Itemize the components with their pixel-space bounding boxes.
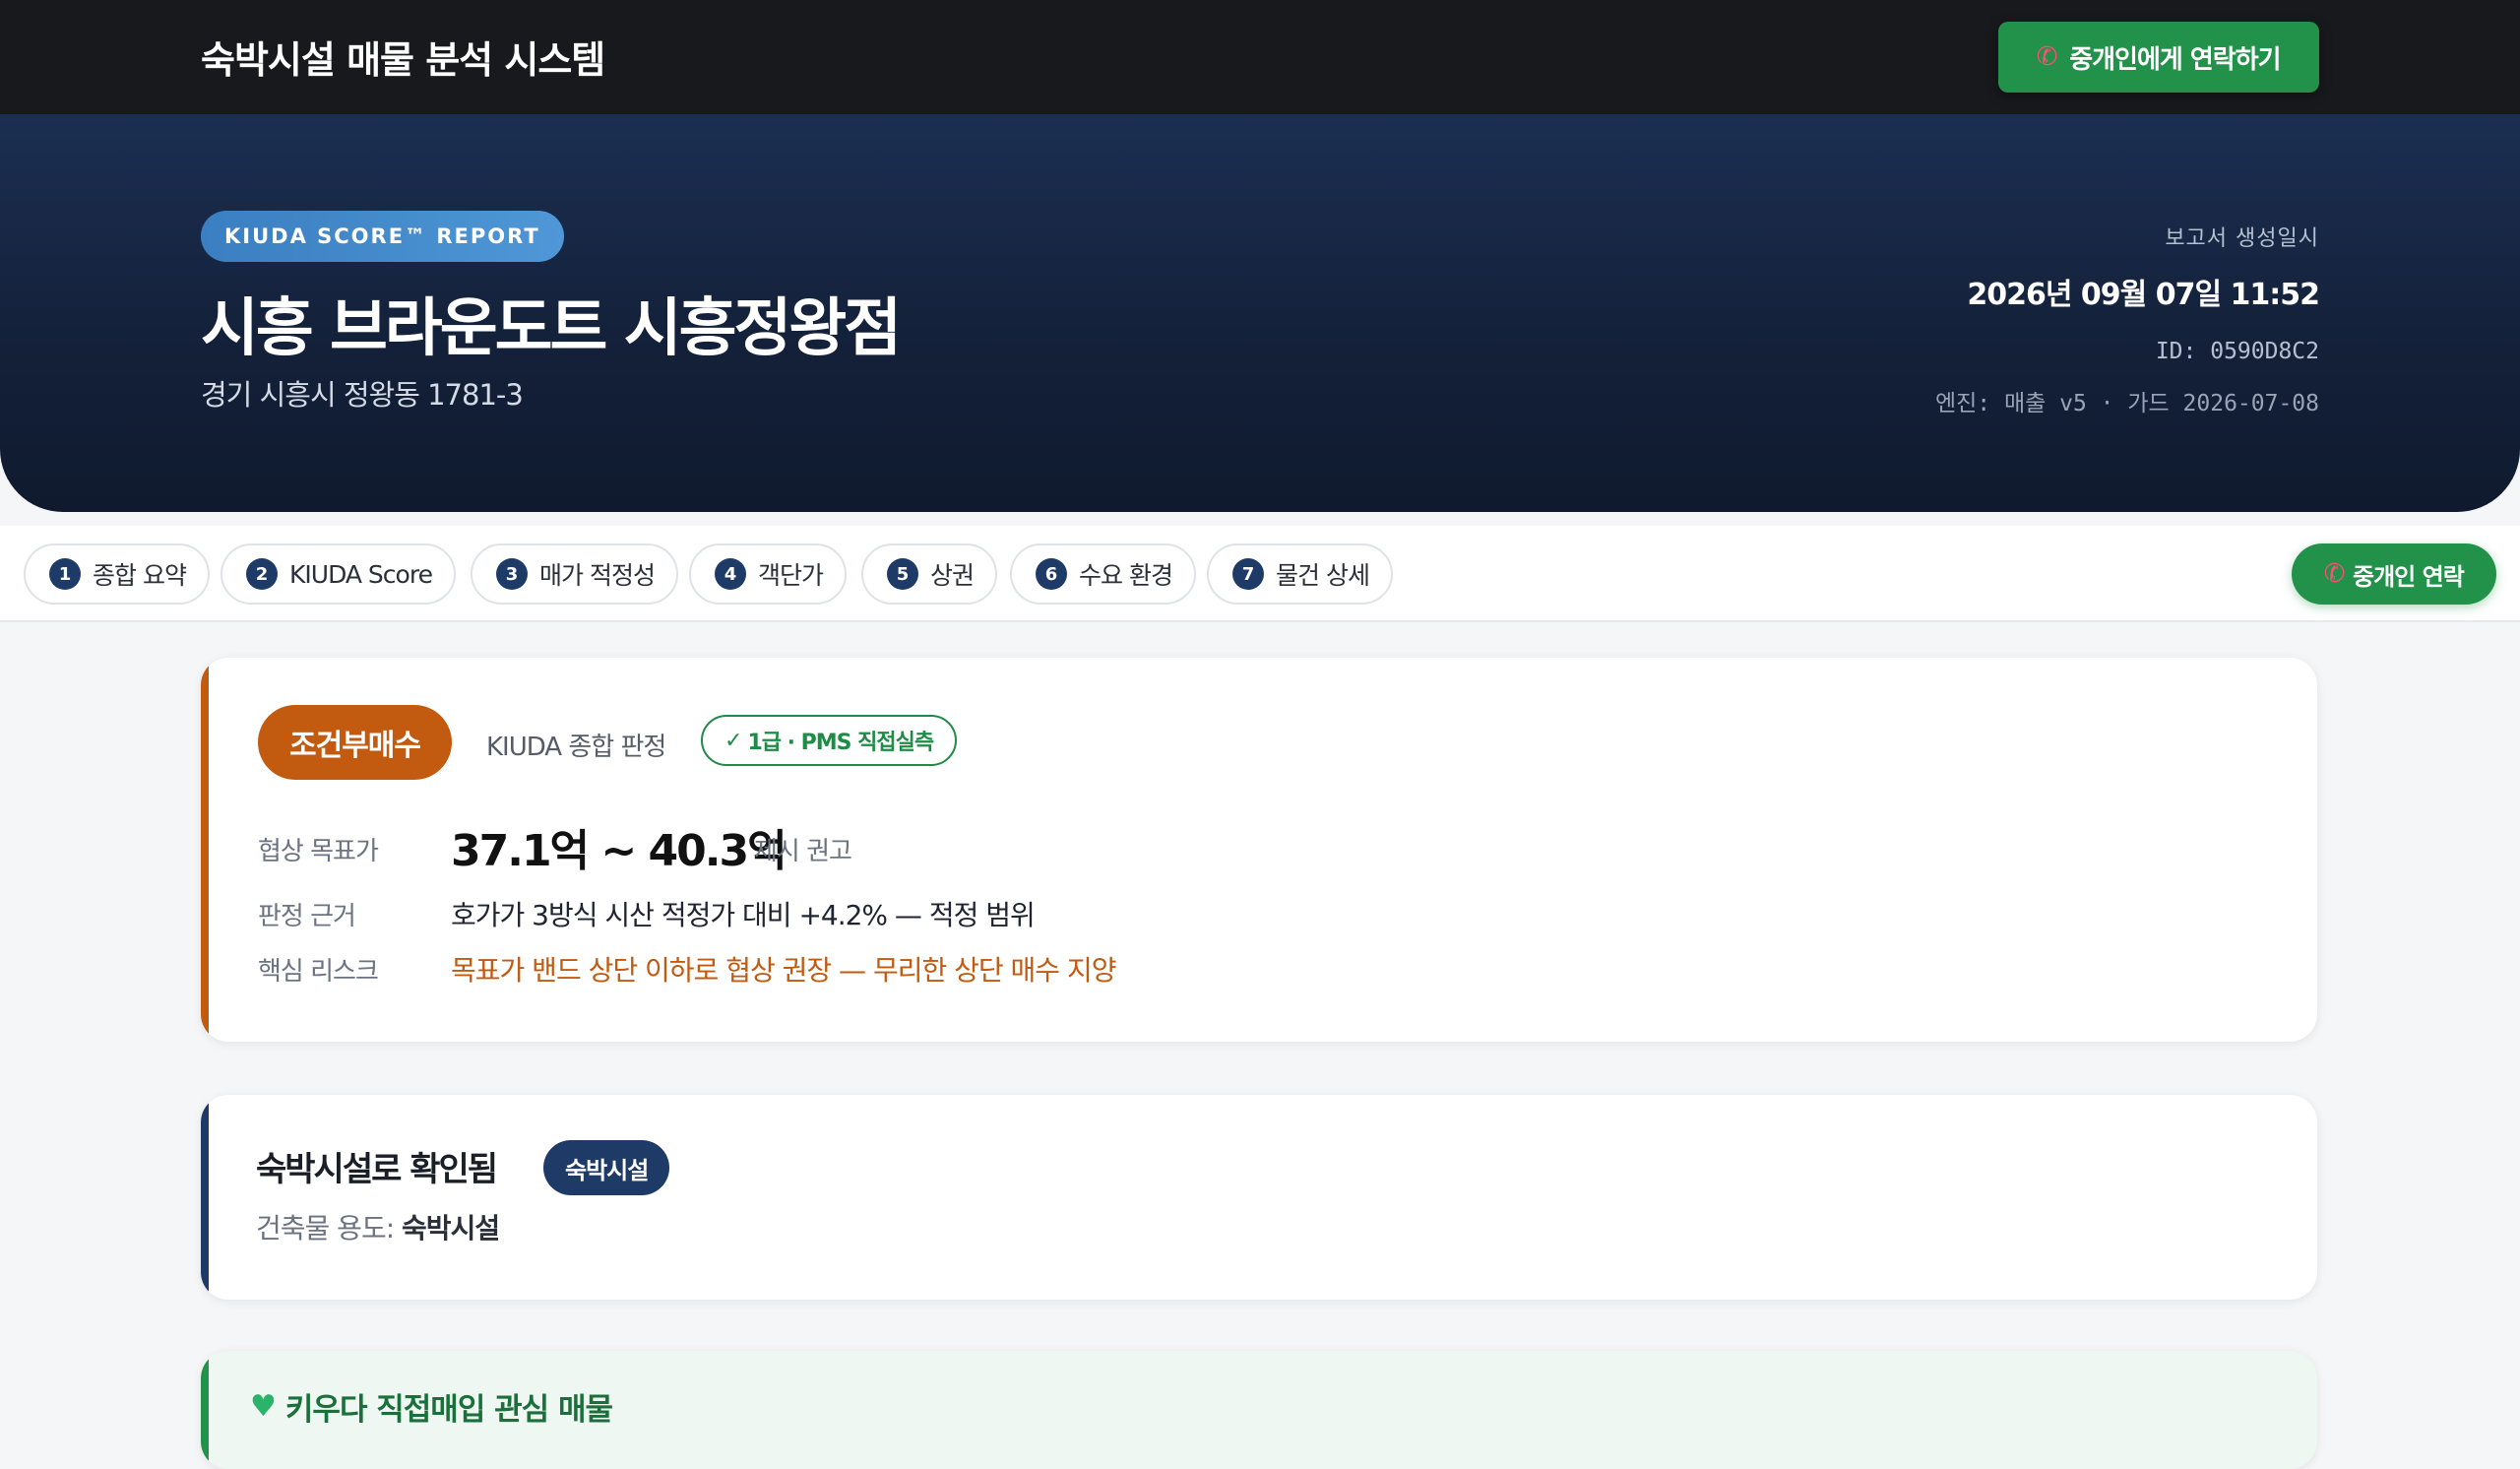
check-icon: ✓ xyxy=(724,728,742,753)
lodging-confirm-card: 숙박시설로 확인됨 숙박시설 건축물 용도: 숙박시설 xyxy=(201,1095,2317,1300)
tab-number: 3 xyxy=(496,558,528,590)
grade-label: 1급 · PMS 직접실측 xyxy=(747,731,934,755)
grade-tag: ✓ 1급 · PMS 직접실측 xyxy=(701,715,958,766)
phone-icon: ✆ xyxy=(2034,40,2060,74)
building-use-value: 숙박시설 xyxy=(402,1212,500,1245)
tab-property-detail[interactable]: 7 물건 상세 xyxy=(1207,543,1393,605)
direct-purchase-title: ♥ 키우다 직접매입 관심 매물 xyxy=(250,1384,613,1429)
basis-value: 호가가 3방식 시산 적정가 대비 +4.2% — 적정 범위 xyxy=(451,899,1036,931)
tab-trade-area[interactable]: 5 상권 xyxy=(861,543,998,605)
card-accent xyxy=(201,1095,209,1300)
tab-contact-broker-button[interactable]: ✆ 중개인 연락 xyxy=(2292,543,2496,605)
lodging-badge: 숙박시설 xyxy=(543,1140,670,1195)
heart-icon: ♥ xyxy=(250,1389,277,1424)
generated-at-value: 2026년 09월 07일 11:52 xyxy=(1967,278,2320,312)
tab-label: KIUDA Score xyxy=(289,559,433,589)
top-bar: 숙박시설 매물 분석 시스템 ✆ 중개인에게 연락하기 xyxy=(0,0,2520,114)
tab-number: 5 xyxy=(887,558,918,590)
section-nav: 1 종합 요약 2 KIUDA Score 3 매가 적정성 4 객단가 5 상… xyxy=(0,526,2520,622)
verdict-label: KIUDA 종합 판정 xyxy=(486,733,666,762)
tab-number: 2 xyxy=(246,558,278,590)
card-accent xyxy=(201,1351,209,1469)
tab-label: 객단가 xyxy=(758,561,824,590)
tab-room-rate[interactable]: 4 객단가 xyxy=(689,543,848,605)
report-id: ID: 0590D8C2 xyxy=(2155,339,2319,364)
report-meta: 보고서 생성일시 2026년 09월 07일 11:52 ID: 0590D8C… xyxy=(1934,221,2320,417)
verdict-badge: 조건부매수 xyxy=(258,705,452,780)
tab-number: 1 xyxy=(49,558,81,590)
tab-contact-label: 중개인 연락 xyxy=(2353,562,2465,591)
tab-number: 7 xyxy=(1232,558,1264,590)
card-accent xyxy=(201,658,209,1042)
target-price-note: 제시 권고 xyxy=(754,837,852,866)
engine-info: 엔진: 매출 v5 · 가드 2026-07-08 xyxy=(1934,391,2319,416)
target-price-label: 협상 목표가 xyxy=(258,837,379,866)
tab-label: 상권 xyxy=(930,561,975,590)
property-name: 시흥 브라운도트 시흥정왕점 xyxy=(201,292,902,365)
tab-summary[interactable]: 1 종합 요약 xyxy=(24,543,210,605)
contact-broker-label: 중개인에게 연락하기 xyxy=(2069,44,2281,75)
tab-label: 수요 환경 xyxy=(1079,561,1173,590)
tab-price-adequacy[interactable]: 3 매가 적정성 xyxy=(471,543,678,605)
generated-at-label: 보고서 생성일시 xyxy=(2165,226,2319,251)
app-title: 숙박시설 매물 분석 시스템 xyxy=(201,38,605,82)
lodging-title: 숙박시설로 확인됨 xyxy=(256,1150,498,1189)
tab-kiuda-score[interactable]: 2 KIUDA Score xyxy=(220,543,456,605)
report-type-pill: KIUDA SCORE™ REPORT xyxy=(201,211,564,262)
property-address: 경기 시흥시 정왕동 1781-3 xyxy=(201,378,524,412)
tab-label: 종합 요약 xyxy=(93,561,187,590)
verdict-card: 조건부매수 KIUDA 종합 판정 ✓ 1급 · PMS 직접실측 협상 목표가… xyxy=(201,658,2317,1042)
direct-purchase-card: ♥ 키우다 직접매입 관심 매물 xyxy=(201,1351,2317,1469)
tab-number: 6 xyxy=(1036,558,1067,590)
phone-icon: ✆ xyxy=(2321,557,2348,591)
risk-label: 핵심 리스크 xyxy=(258,957,379,987)
risk-value: 목표가 밴드 상단 이하로 협상 권장 — 무리한 상단 매수 지양 xyxy=(451,954,1116,987)
tab-number: 4 xyxy=(715,558,746,590)
tab-label: 물건 상세 xyxy=(1276,561,1370,590)
direct-purchase-label: 키우다 직접매입 관심 매물 xyxy=(284,1392,613,1428)
contact-broker-button[interactable]: ✆ 중개인에게 연락하기 xyxy=(1998,22,2319,93)
target-price-value: 37.1억 ~ 40.3억 xyxy=(451,826,788,876)
report-header: KIUDA SCORE™ REPORT 시흥 브라운도트 시흥정왕점 경기 시흥… xyxy=(0,114,2520,512)
tab-demand[interactable]: 6 수요 환경 xyxy=(1010,543,1196,605)
building-use-label: 건축물 용도: xyxy=(256,1212,403,1245)
basis-label: 판정 근거 xyxy=(258,902,356,931)
tab-label: 매가 적정성 xyxy=(539,561,656,590)
building-use: 건축물 용도: 숙박시설 xyxy=(256,1207,500,1246)
